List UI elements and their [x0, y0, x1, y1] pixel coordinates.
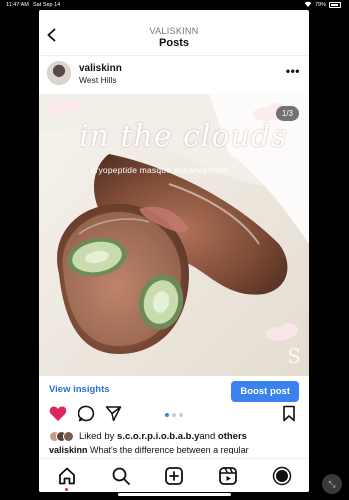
post-username[interactable]: valiskinn [79, 63, 122, 74]
status-time: 11:47 AM [6, 2, 29, 8]
create-icon[interactable] [164, 466, 184, 486]
app-window: VALISKINN Posts valiskinn West Hills ••• [39, 10, 309, 492]
heart-icon[interactable] [49, 405, 67, 427]
page-title: Posts [159, 37, 189, 49]
search-icon[interactable] [111, 466, 131, 486]
watermark: S [287, 344, 301, 368]
share-icon[interactable] [105, 405, 122, 427]
home-indicator[interactable] [118, 493, 231, 496]
carousel-dot [179, 413, 183, 417]
view-insights-button[interactable]: View insights [49, 384, 110, 395]
battery-percent: 79% [314, 2, 326, 8]
post-location[interactable]: West Hills [79, 75, 117, 85]
overlay-subtitle: cryopeptide masque enhancement [91, 165, 228, 175]
status-right: 79% [304, 1, 341, 9]
bookmark-icon[interactable] [282, 405, 296, 427]
home-notification-dot [65, 488, 68, 491]
battery-icon [329, 2, 341, 8]
wifi-icon [304, 1, 312, 9]
header: VALISKINN Posts [39, 10, 309, 56]
post-image[interactable]: in the clouds cryopeptide masque enhance… [39, 94, 309, 376]
likes-middle: and [199, 431, 216, 442]
likes-summary[interactable]: Liked by s.c.o.r.p.i.o.b.a.b.y and other… [49, 431, 305, 442]
more-icon[interactable]: ••• [286, 64, 300, 78]
overlay-title: in the clouds [79, 119, 288, 154]
profile-icon[interactable] [272, 466, 292, 486]
likes-user[interactable]: s.c.o.r.p.i.o.b.a.b.y [117, 431, 199, 442]
assistive-touch-icon[interactable]: ⤡ [322, 474, 342, 494]
liker-avatars [49, 431, 74, 442]
carousel-dot [172, 413, 176, 417]
home-icon[interactable] [57, 466, 77, 486]
post-caption[interactable]: valiskinn What's the difference between … [49, 445, 305, 454]
likes-prefix: Liked by [79, 431, 115, 442]
avatar[interactable] [47, 61, 71, 85]
carousel-indicator [165, 413, 183, 417]
comment-icon[interactable] [77, 405, 95, 427]
reels-icon[interactable] [218, 466, 238, 486]
carousel-dot [165, 413, 169, 417]
likes-others[interactable]: others [218, 431, 247, 442]
status-bar: 11:47 AM Sat Sep 14 79% [0, 0, 349, 10]
bottom-tab-bar [39, 458, 309, 492]
status-date: Sat Sep 14 [33, 2, 61, 8]
image-counter: 1/3 [275, 106, 299, 121]
caption-username[interactable]: valiskinn [49, 445, 88, 454]
boost-post-button[interactable]: Boost post [231, 381, 299, 402]
header-username: VALISKINN [149, 26, 199, 36]
post-header: valiskinn West Hills ••• [39, 56, 309, 94]
post-actions [39, 402, 309, 428]
caption-text: What's the difference between a regular [87, 445, 249, 454]
